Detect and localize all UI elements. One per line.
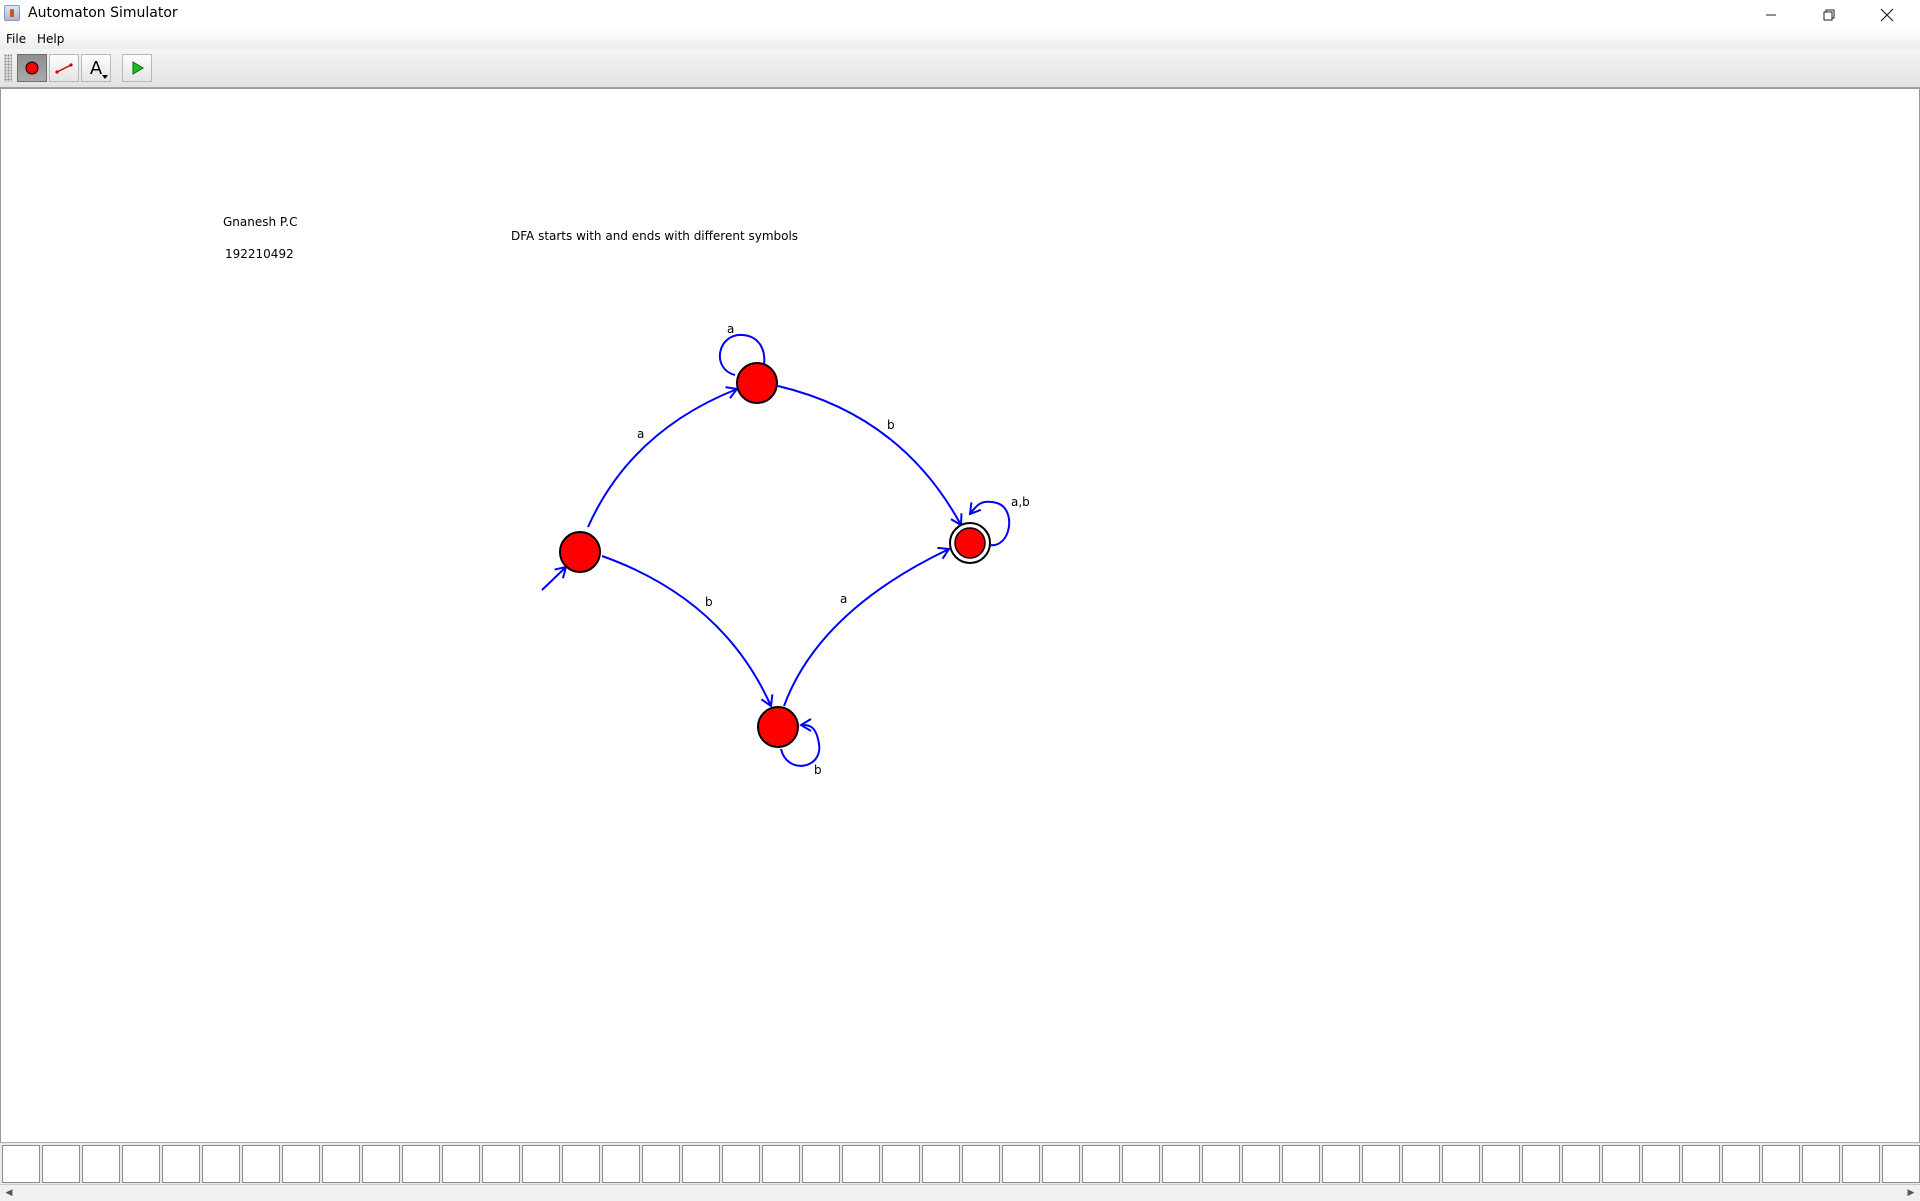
tape-cell[interactable]	[722, 1145, 760, 1183]
tape-cell[interactable]	[282, 1145, 320, 1183]
label-q1-q1: a	[727, 322, 734, 336]
java-app-icon	[4, 5, 20, 21]
menu-help[interactable]: Help	[37, 32, 64, 46]
automaton-diagram: a a b b b a a,b	[541, 322, 1030, 777]
scroll-left-icon[interactable]: ◀	[2, 1186, 16, 1200]
tape-cell[interactable]	[842, 1145, 880, 1183]
toolbar: A	[0, 49, 1920, 88]
automaton-canvas[interactable]: Gnanesh P.C 192210492 DFA starts with an…	[0, 88, 1920, 1143]
title-bar: Automaton Simulator	[0, 0, 1920, 29]
tape-cell[interactable]	[1882, 1145, 1920, 1183]
tape-cell[interactable]	[1602, 1145, 1640, 1183]
state-q2[interactable]	[954, 527, 986, 559]
tape-cell[interactable]	[1402, 1145, 1440, 1183]
tape-cell[interactable]	[1082, 1145, 1120, 1183]
label-q3-q3: b	[814, 763, 822, 777]
tape-cell[interactable]	[962, 1145, 1000, 1183]
tape-cell[interactable]	[1642, 1145, 1680, 1183]
restore-button[interactable]	[1800, 0, 1858, 29]
tape-cell[interactable]	[322, 1145, 360, 1183]
tape-cell[interactable]	[1362, 1145, 1400, 1183]
tape-cell[interactable]	[442, 1145, 480, 1183]
tape-cell[interactable]	[922, 1145, 960, 1183]
dropdown-arrow-icon	[102, 75, 108, 79]
transition-line-icon	[55, 63, 73, 74]
tape-cell[interactable]	[1122, 1145, 1160, 1183]
state-q1[interactable]	[736, 362, 778, 404]
red-circle-icon	[25, 61, 39, 75]
play-icon	[132, 61, 144, 75]
tape-cell[interactable]	[802, 1145, 840, 1183]
tape-cell[interactable]	[1002, 1145, 1040, 1183]
input-tape	[0, 1142, 1920, 1184]
horizontal-scrollbar[interactable]: ◀ ▶	[0, 1184, 1920, 1201]
tape-cell[interactable]	[1562, 1145, 1600, 1183]
tape-cell[interactable]	[1242, 1145, 1280, 1183]
tape-cell[interactable]	[1282, 1145, 1320, 1183]
tape-cell[interactable]	[1802, 1145, 1840, 1183]
transition-tool-button[interactable]	[49, 54, 79, 82]
menu-file[interactable]: File	[6, 32, 26, 46]
tape-cell[interactable]	[1442, 1145, 1480, 1183]
tape-cell[interactable]	[522, 1145, 560, 1183]
transition-q3-q2[interactable]	[783, 546, 951, 707]
tape-cell[interactable]	[1482, 1145, 1520, 1183]
menu-bar: File Help	[0, 29, 1920, 49]
tape-cell[interactable]	[642, 1145, 680, 1183]
tape-cell[interactable]	[1722, 1145, 1760, 1183]
transition-q0-q1[interactable]	[587, 386, 739, 528]
text-tool-button[interactable]: A	[81, 54, 111, 82]
app-window: Automaton Simulator File Help A Gnanesh …	[0, 0, 1920, 1201]
scroll-right-icon[interactable]: ▶	[1904, 1186, 1918, 1200]
tape-cell[interactable]	[1522, 1145, 1560, 1183]
window-title: Automaton Simulator	[28, 5, 178, 21]
tape-cell[interactable]	[402, 1145, 440, 1183]
close-icon	[1880, 8, 1894, 21]
label-q0-q1: a	[637, 427, 644, 441]
tape-cell[interactable]	[602, 1145, 640, 1183]
run-simulation-button[interactable]	[122, 54, 152, 82]
tape-cell[interactable]	[562, 1145, 600, 1183]
restore-icon	[1823, 9, 1835, 20]
tape-cell[interactable]	[82, 1145, 120, 1183]
tape-cell[interactable]	[762, 1145, 800, 1183]
tape-cell[interactable]	[1042, 1145, 1080, 1183]
state-tool-button[interactable]	[17, 54, 47, 82]
tape-cell[interactable]	[122, 1145, 160, 1183]
transition-q0-q3[interactable]	[601, 555, 774, 708]
state-q0[interactable]	[559, 531, 601, 573]
toolbar-grip[interactable]	[4, 54, 12, 82]
tape-cell[interactable]	[202, 1145, 240, 1183]
initial-state-arrow	[541, 565, 568, 591]
tape-cell[interactable]	[1322, 1145, 1360, 1183]
label-q2-q2: a,b	[1011, 495, 1030, 509]
close-button[interactable]	[1858, 0, 1916, 29]
transition-q1-q2[interactable]	[777, 385, 963, 527]
tape-cell[interactable]	[1162, 1145, 1200, 1183]
label-q3-q2: a	[840, 592, 847, 606]
state-q3[interactable]	[757, 706, 799, 748]
label-q1-q2: b	[887, 418, 895, 432]
tape-cell[interactable]	[2, 1145, 40, 1183]
tape-cell[interactable]	[162, 1145, 200, 1183]
tape-cell[interactable]	[242, 1145, 280, 1183]
minimize-button[interactable]	[1742, 0, 1800, 29]
label-q0-q3: b	[705, 595, 713, 609]
tape-cell[interactable]	[42, 1145, 80, 1183]
text-a-icon: A	[89, 57, 103, 79]
tape-cell[interactable]	[682, 1145, 720, 1183]
tape-cell[interactable]	[482, 1145, 520, 1183]
tape-cell[interactable]	[362, 1145, 400, 1183]
tape-cell[interactable]	[1202, 1145, 1240, 1183]
tape-cell[interactable]	[882, 1145, 920, 1183]
tape-cell[interactable]	[1762, 1145, 1800, 1183]
tape-cell[interactable]	[1682, 1145, 1720, 1183]
tape-cell[interactable]	[1842, 1145, 1880, 1183]
minimize-icon	[1766, 14, 1776, 15]
